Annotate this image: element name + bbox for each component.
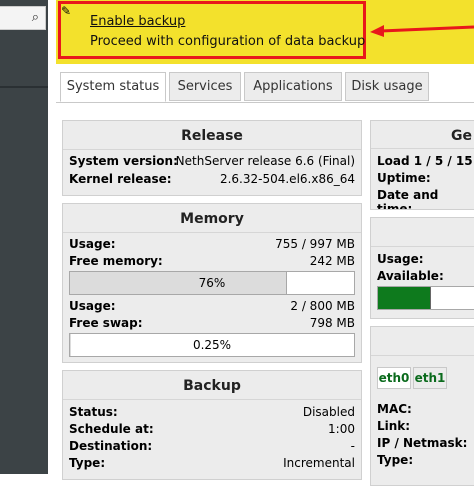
row-key: Load 1 / 5 / 15 m [377, 154, 474, 168]
row-key: Kernel release: [69, 172, 172, 186]
general-title: Ge [371, 121, 474, 149]
memory-usage-row: Usage: 755 / 997 MB [69, 237, 355, 254]
row-key: Link: [377, 419, 411, 433]
row-key: Destination: [69, 439, 153, 453]
row-value: - [350, 439, 355, 453]
memory-title: Memory [63, 204, 361, 233]
storage-title [371, 218, 474, 247]
row-key: Status: [69, 405, 118, 419]
row-key: Free swap: [69, 316, 143, 330]
general-panel: Ge Load 1 / 5 / 15 m Uptime: Date and ti… [370, 120, 474, 210]
row-key: System version: [69, 154, 178, 168]
tab-services[interactable]: Services [169, 72, 241, 101]
storage-available-row: Available: [377, 269, 473, 286]
swap-usage-bar: 0.25% [69, 333, 355, 357]
row-key: Usage: [69, 299, 116, 313]
row-value: 2.6.32-504.el6.x86_64 [219, 172, 355, 186]
row-key: Usage: [377, 252, 424, 266]
enable-backup-link[interactable]: Enable backup [90, 14, 185, 29]
row-key: Uptime: [377, 171, 431, 185]
row-value: 242 MB [309, 254, 355, 268]
row-value: Incremental [283, 456, 355, 470]
tab-eth1[interactable]: eth1 [413, 367, 447, 389]
tab-applications[interactable]: Applications [244, 72, 342, 101]
search-input[interactable]: ⌕ [0, 6, 46, 30]
network-title [371, 327, 474, 356]
swap-bar-label: 0.25% [192, 338, 232, 352]
red-arrow-icon [370, 25, 474, 37]
storage-usage-bar [377, 286, 474, 310]
row-value: 1:00 [328, 422, 355, 436]
storage-usage-row: Usage: [377, 252, 473, 269]
row-key: Date and time: [377, 188, 439, 210]
row-key: Available: [377, 269, 444, 283]
uptime-row: Uptime: [377, 171, 473, 188]
system-version-row: System version: NethServer release 6.6 (… [69, 154, 355, 171]
storage-bar-fill [378, 287, 431, 309]
release-panel: Release System version: NethServer relea… [62, 120, 362, 196]
row-key: Type: [377, 453, 414, 467]
row-key: Usage: [69, 237, 116, 251]
memory-panel: Memory Usage: 755 / 997 MB Free memory: … [62, 203, 362, 363]
row-key: Free memory: [69, 254, 163, 268]
swap-usage-row: Usage: 2 / 800 MB [69, 299, 355, 316]
free-swap-row: Free swap: 798 MB [69, 316, 355, 333]
link-row: Link: [377, 419, 473, 436]
row-value: Disabled [302, 405, 355, 419]
backup-title: Backup [63, 371, 361, 400]
net-type-row: Type: [377, 453, 473, 470]
storage-panel: Usage: Available: [370, 217, 474, 319]
notification-subtitle: Proceed with configuration of data backu… [90, 34, 366, 49]
tab-bar: System status Services Applications Disk… [56, 72, 474, 103]
row-value: NethServer release 6.6 (Final) [175, 154, 355, 168]
row-key: IP / Netmask: [377, 436, 468, 450]
backup-panel: Backup Status: Disabled Schedule at: 1:0… [62, 370, 362, 480]
date-time-row: Date and time: [377, 188, 473, 209]
row-key: Type: [69, 456, 106, 470]
sidebar-divider [0, 86, 48, 88]
backup-status-row: Status: Disabled [69, 405, 355, 422]
tab-disk-usage[interactable]: Disk usage [345, 72, 429, 101]
memory-bar-label: 76% [198, 276, 226, 290]
backup-destination-row: Destination: - [69, 439, 355, 456]
release-title: Release [63, 121, 361, 150]
row-key: Schedule at: [69, 422, 154, 436]
backup-type-row: Type: Incremental [69, 456, 355, 473]
backup-schedule-row: Schedule at: 1:00 [69, 422, 355, 439]
mac-row: MAC: [377, 402, 473, 419]
ip-netmask-row: IP / Netmask: [377, 436, 473, 453]
search-icon[interactable]: ⌕ [32, 10, 39, 25]
tab-eth0[interactable]: eth0 [377, 367, 411, 389]
network-tabs: eth0 eth1 [377, 367, 474, 389]
tab-system-status[interactable]: System status [60, 72, 166, 102]
memory-usage-bar: 76% [69, 271, 355, 295]
network-panel: eth0 eth1 MAC: Link: IP / Netmask: Type: [370, 326, 474, 486]
load-row: Load 1 / 5 / 15 m [377, 154, 474, 171]
row-key: MAC: [377, 402, 412, 416]
free-memory-row: Free memory: 242 MB [69, 254, 355, 271]
row-value: 755 / 997 MB [275, 237, 355, 251]
row-value: 2 / 800 MB [290, 299, 355, 313]
kernel-release-row: Kernel release: 2.6.32-504.el6.x86_64 [69, 172, 355, 189]
row-value: 798 MB [309, 316, 355, 330]
system-status-content: Release System version: NethServer relea… [56, 103, 474, 486]
sidebar: ⌕ [0, 0, 48, 474]
